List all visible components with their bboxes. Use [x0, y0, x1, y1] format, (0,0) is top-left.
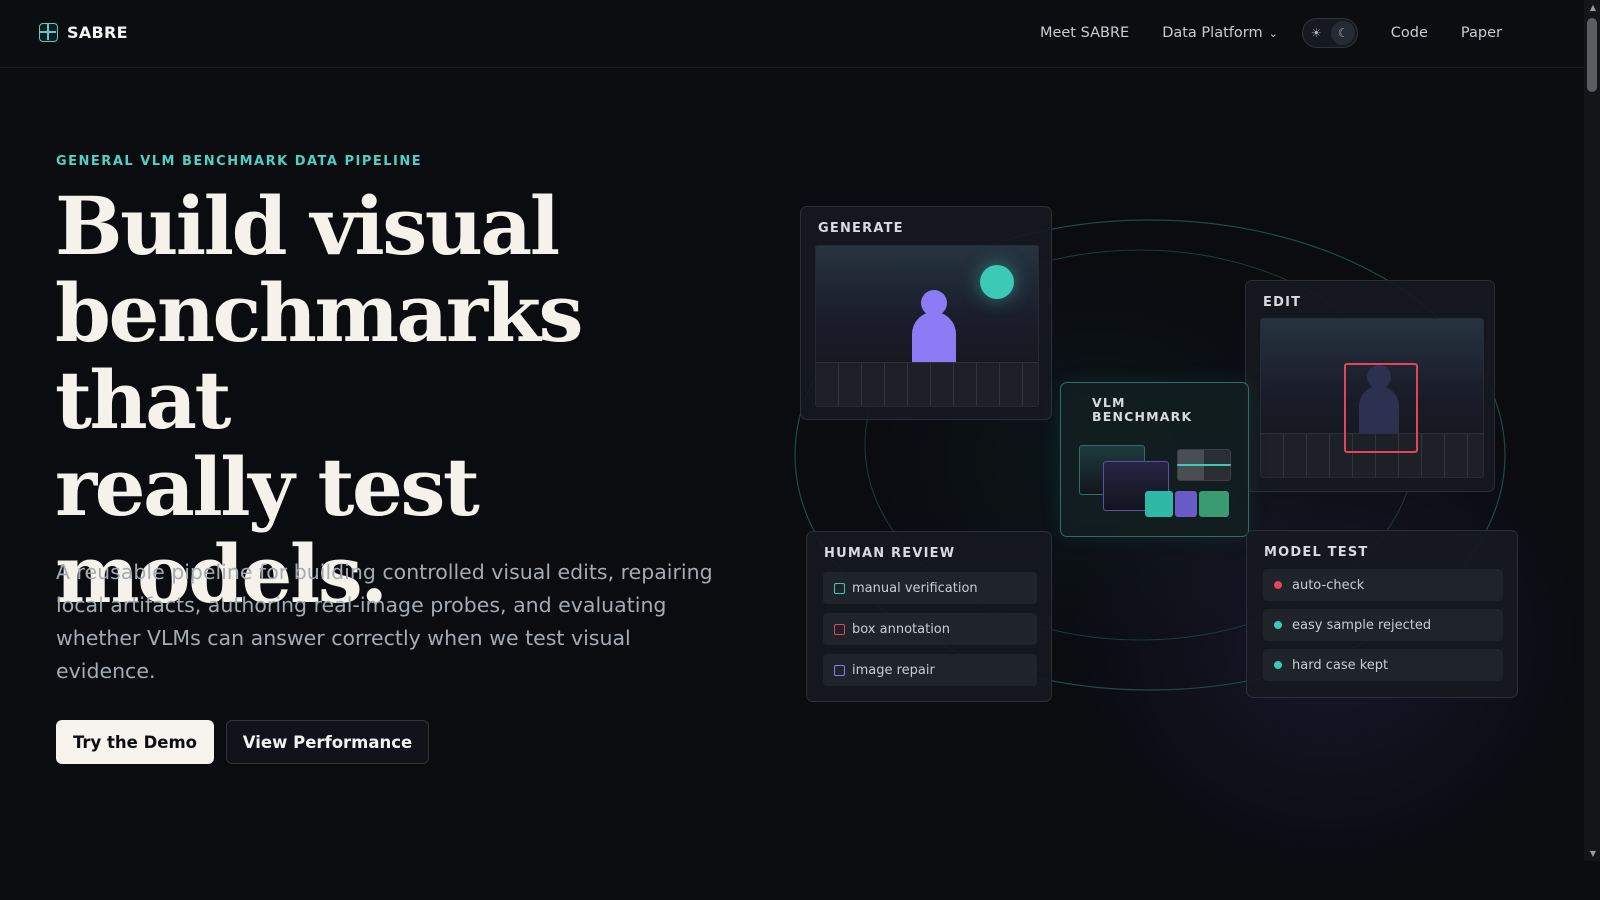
test-item-auto-check: auto-check [1263, 569, 1503, 601]
scrollbar[interactable]: ▲ ▼ [1584, 0, 1600, 861]
nav-link-label: Data Platform [1162, 25, 1263, 41]
edit-card: EDIT [1245, 280, 1495, 492]
view-performance-button[interactable]: View Performance [226, 720, 429, 764]
human-review-card: HUMAN REVIEW manual verification box ann… [806, 531, 1052, 702]
nav-link-meet-sabre[interactable]: Meet SABRE [1040, 25, 1129, 41]
scroll-down-arrow-icon[interactable]: ▼ [1590, 849, 1596, 858]
generate-card: GENERATE [800, 206, 1052, 420]
hero-subtitle: A reusable pipeline for building control… [56, 560, 713, 683]
sun-shape [980, 265, 1014, 299]
try-demo-button[interactable]: Try the Demo [56, 720, 214, 764]
vlm-title-line: VLM [1092, 395, 1126, 410]
review-item-label: manual verification [852, 580, 978, 596]
grid-floor [816, 362, 1038, 406]
edited-image [1260, 318, 1484, 478]
scroll-up-arrow-icon[interactable]: ▲ [1590, 3, 1596, 12]
hero-title-line: really test [55, 440, 480, 534]
color-swatch-teal [1145, 491, 1173, 517]
nav-link-data-platform[interactable]: Data Platform ⌄ [1162, 25, 1278, 41]
test-item-label: auto-check [1292, 577, 1365, 593]
color-swatch-green [1199, 491, 1229, 517]
hero-title: Build visual benchmarks that really test… [55, 183, 755, 618]
brand-name: SABRE [67, 23, 128, 42]
human-review-title: HUMAN REVIEW [824, 546, 956, 561]
checkbox-icon [834, 582, 845, 594]
nav-links: Meet SABRE Data Platform ⌄ ☀ ☾ Code Paper [1007, 18, 1502, 48]
moon-icon: ☾ [1331, 21, 1356, 45]
test-item-label: easy sample rejected [1292, 617, 1432, 633]
vlm-title-line: BENCHMARK [1092, 409, 1193, 424]
review-item-label: box annotation [852, 621, 950, 637]
test-item-hard-case-kept: hard case kept [1263, 649, 1503, 681]
generated-image [815, 245, 1039, 407]
color-swatch-purple [1175, 491, 1197, 517]
model-test-title: MODEL TEST [1264, 545, 1369, 560]
vlm-benchmark-card: VLM BENCHMARK [1060, 382, 1249, 537]
review-item-label: image repair [852, 662, 935, 678]
status-dot-icon [1274, 661, 1282, 669]
chevron-down-icon: ⌄ [1268, 27, 1278, 40]
hero-title-line: Build visual [55, 179, 560, 273]
nav-link-paper[interactable]: Paper [1461, 25, 1502, 41]
grid-logo-icon [39, 23, 58, 42]
review-item-box-annotation: box annotation [823, 613, 1037, 645]
model-test-card: MODEL TEST auto-check easy sample reject… [1246, 530, 1518, 698]
status-dot-icon [1274, 621, 1282, 629]
test-item-easy-sample-rejected: easy sample rejected [1263, 609, 1503, 641]
review-item-manual-verification: manual verification [823, 572, 1037, 604]
top-nav: SABRE Meet SABRE Data Platform ⌄ ☀ ☾ Code… [0, 0, 1584, 68]
status-dot-icon [1274, 581, 1282, 589]
brand[interactable]: SABRE [39, 23, 128, 42]
review-item-image-repair: image repair [823, 654, 1037, 686]
checkbox-icon [834, 623, 845, 635]
split-line [1177, 464, 1231, 466]
theme-toggle[interactable]: ☀ ☾ [1301, 18, 1358, 48]
edit-card-title: EDIT [1263, 295, 1302, 310]
edit-bounding-box [1344, 363, 1418, 453]
sun-icon: ☀ [1310, 26, 1322, 40]
generate-card-title: GENERATE [818, 221, 904, 236]
scroll-thumb[interactable] [1587, 18, 1597, 92]
hero-eyebrow: GENERAL VLM BENCHMARK DATA PIPELINE [56, 154, 423, 169]
checkbox-icon [834, 664, 845, 676]
nav-link-code[interactable]: Code [1391, 25, 1428, 41]
test-item-label: hard case kept [1292, 657, 1389, 673]
hero-title-line: benchmarks that [55, 266, 583, 447]
vlm-benchmark-title: VLM BENCHMARK [1092, 396, 1192, 424]
